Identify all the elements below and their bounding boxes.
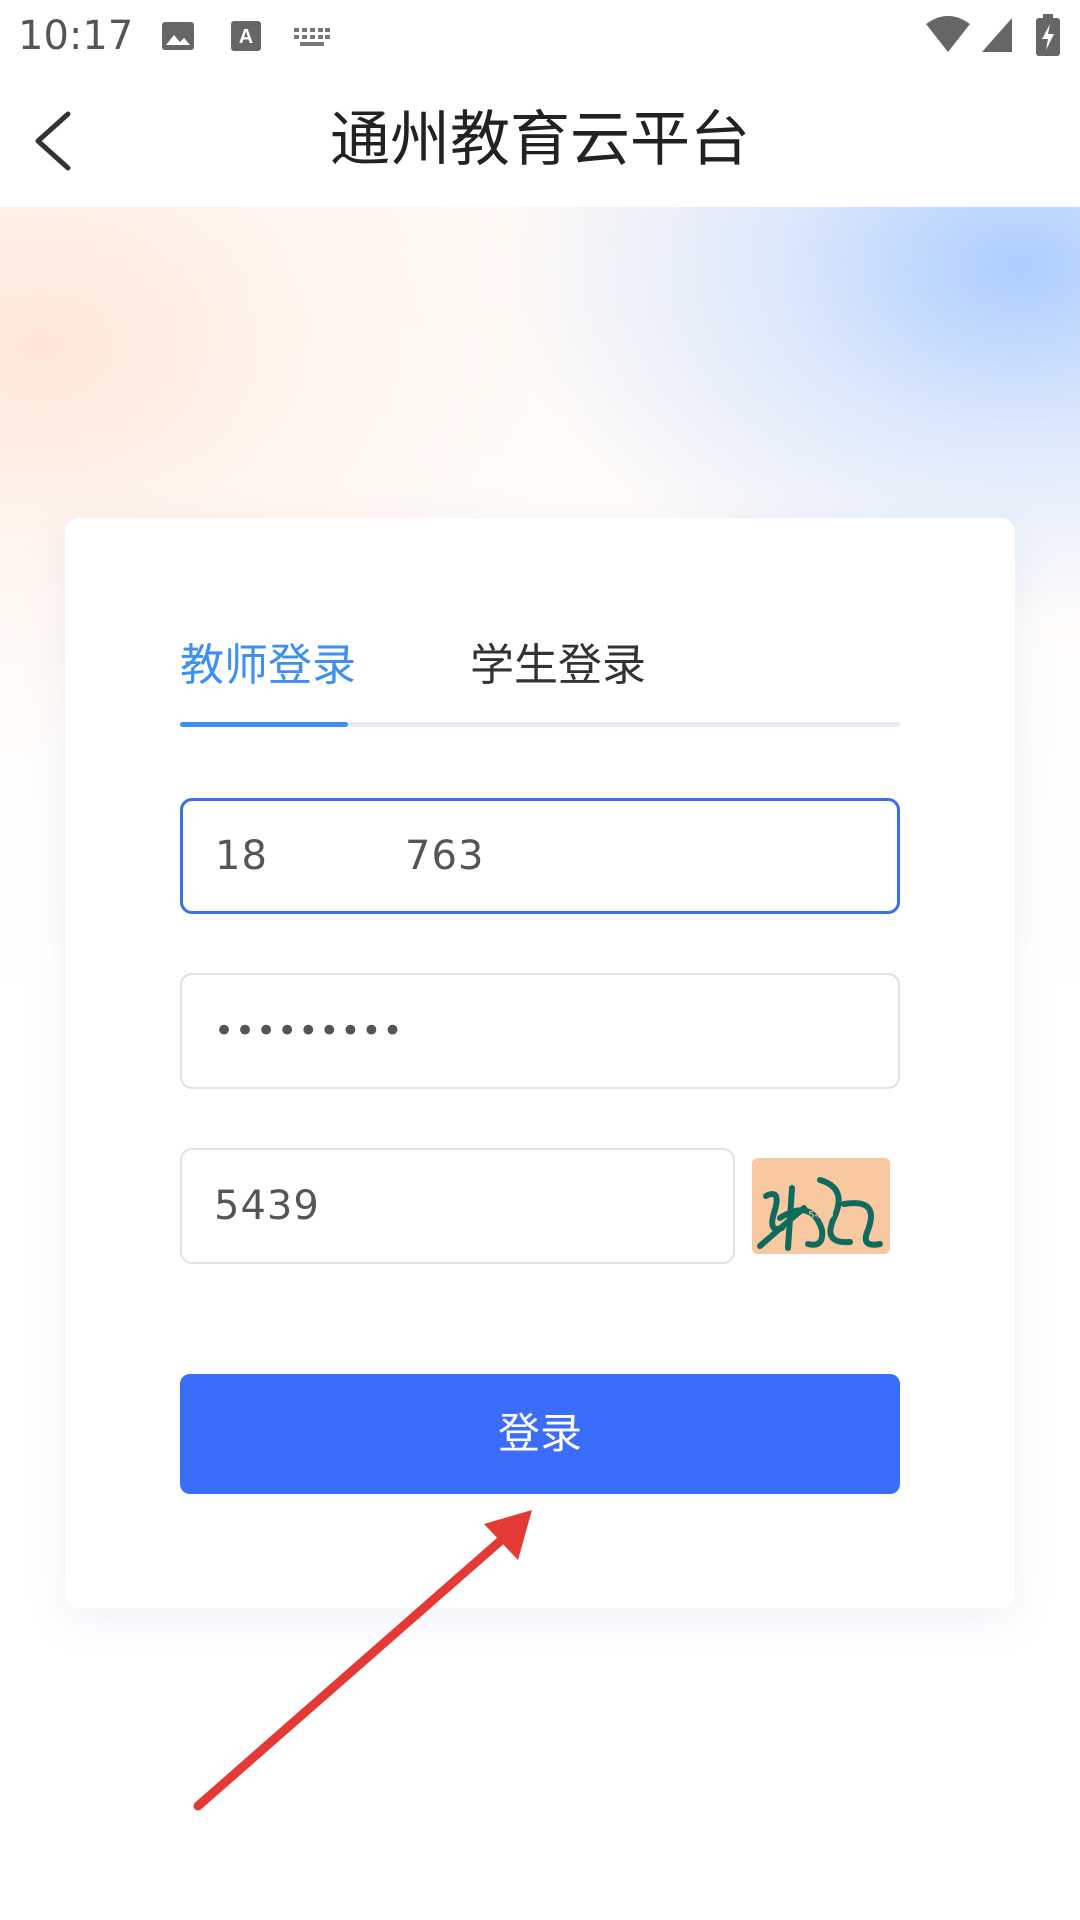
login-submit-button[interactable]: 登录 [180, 1374, 900, 1494]
wifi-icon [926, 16, 970, 52]
battery-charging-icon [1036, 14, 1060, 56]
status-bar: 10:17 A [0, 0, 1080, 72]
page-title: 通州教育云平台 [330, 105, 750, 175]
app-header: 通州教育云平台 [0, 72, 1080, 207]
captcha-input[interactable] [214, 1150, 701, 1262]
tab-active-indicator [180, 722, 348, 727]
login-tabs: 教师登录 学生登录 [180, 636, 900, 727]
password-field[interactable]: ••••••••• [180, 973, 900, 1089]
phone-input[interactable] [215, 801, 865, 911]
tab-student-login[interactable]: 学生登录 [470, 636, 646, 696]
login-card: 教师登录 学生登录 ••••••••• 5439 登录 [65, 518, 1015, 1608]
text-icon: A [231, 21, 261, 51]
phone-field[interactable] [180, 798, 900, 914]
password-input[interactable]: ••••••••• [214, 975, 404, 1087]
status-time: 10:17 [18, 13, 134, 59]
captcha-text: 5439 [808, 1210, 833, 1221]
keyboard-icon [294, 28, 330, 46]
tab-teacher-login[interactable]: 教师登录 [180, 636, 356, 696]
captcha-image[interactable]: 5439 [752, 1158, 890, 1254]
svg-text:A: A [239, 26, 253, 48]
image-icon [162, 22, 194, 50]
captcha-field[interactable] [180, 1148, 735, 1264]
signal-icon [982, 18, 1012, 52]
